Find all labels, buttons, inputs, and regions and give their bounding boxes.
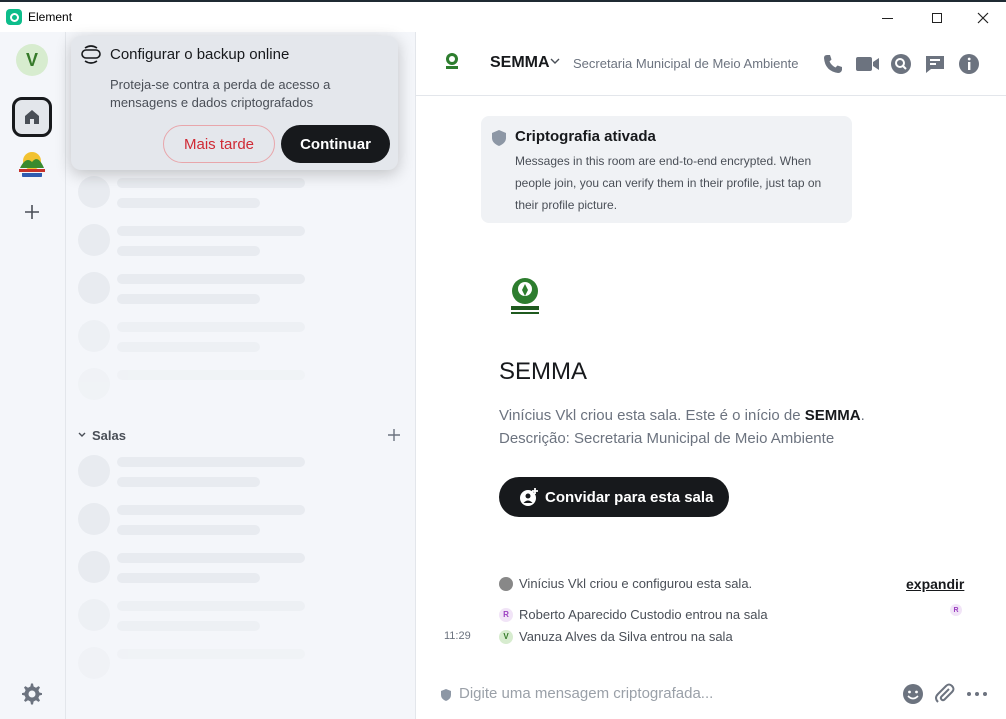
shield-icon [492,130,506,146]
encryption-text: Messages in this room are end-to-end enc… [515,154,822,212]
message-composer: Digite uma mensagem criptografada... [416,672,1006,719]
close-icon[interactable] [960,4,1006,32]
maximize-icon[interactable] [914,4,960,32]
room-skeleton [78,368,398,408]
room-skeleton [78,272,398,312]
invite-label: Convidar para esta sala [545,488,714,506]
read-receipt-avatar[interactable]: R [950,604,962,616]
room-skeleton [78,599,398,639]
continue-button[interactable]: Continuar [281,125,390,163]
rooms-section-header[interactable]: Salas [78,426,400,444]
toast-title: Configurar o backup online [110,46,290,63]
info-icon[interactable] [957,52,981,76]
timeline-event: R Roberto Aparecido Custodio entrou na s… [499,607,768,622]
space-panel: V [0,32,66,719]
minimize-icon[interactable] [864,4,910,32]
window-title: Element [28,10,73,24]
phone-icon[interactable] [821,52,845,76]
plus-icon [25,205,39,219]
invite-button[interactable]: Convidar para esta sala [499,477,729,517]
element-logo-icon [6,9,22,25]
room-skeleton [78,224,398,264]
room-avatar[interactable] [442,52,462,72]
later-button[interactable]: Mais tarde [163,125,275,163]
emoji-icon[interactable] [902,683,924,705]
room-intro-name: SEMMA [499,358,588,385]
search-icon[interactable] [889,52,913,76]
avatar: V [499,629,513,644]
room-header: SEMMA Secretaria Municipal de Meio Ambie… [416,32,1006,96]
attachment-icon[interactable] [934,683,956,705]
more-options-icon[interactable] [966,683,988,705]
home-icon [25,110,39,124]
expand-link[interactable]: expandir [906,576,964,592]
plus-icon[interactable] [388,425,400,446]
room-skeleton [78,455,398,495]
encryption-notice: Criptografia ativada Messages in this ro… [481,116,852,223]
timestamp: 11:29 [444,630,471,642]
space-avatar-ouro-preto[interactable] [16,148,48,180]
room-skeleton [78,551,398,591]
user-avatar[interactable]: V [16,44,48,76]
room-description: Descrição: Secretaria Municipal de Meio … [499,430,835,447]
backup-icon [81,45,101,65]
threads-icon[interactable] [923,52,947,76]
add-space-button[interactable] [22,202,42,222]
video-icon[interactable] [855,52,879,76]
avatar [499,576,513,591]
room-skeleton [78,647,398,687]
room-skeleton [78,320,398,360]
shield-icon [441,688,451,701]
toast-body: Proteja-se contra a perda de acesso a me… [110,77,331,110]
avatar: R [499,607,513,622]
room-avatar-large [506,276,544,318]
window-titlebar: Element [0,0,1006,32]
encryption-title: Criptografia ativada [515,128,656,145]
room-skeleton [78,503,398,543]
settings-button[interactable] [20,682,44,706]
room-skeleton [78,176,398,216]
message-input[interactable]: Digite uma mensagem criptografada... [459,685,713,702]
chevron-down-icon [78,430,86,441]
room-view: SEMMA Secretaria Municipal de Meio Ambie… [416,32,1006,719]
room-name[interactable]: SEMMA [490,54,550,72]
timeline-event: V Vanuza Alves da Silva entrou na sala [499,629,733,644]
rooms-section-label: Salas [92,427,126,443]
room-intro-text: Vinícius Vkl criou esta sala. Este é o i… [499,404,989,450]
chevron-down-icon[interactable] [550,56,560,68]
room-topic[interactable]: Secretaria Municipal de Meio Ambiente [573,56,798,71]
gear-icon [22,683,42,705]
home-button[interactable] [12,97,52,137]
add-user-icon [520,488,538,506]
backup-toast: Configurar o backup online Proteja-se co… [71,36,398,170]
timeline-summary: Vinícius Vkl criou e configurou esta sal… [499,576,752,591]
